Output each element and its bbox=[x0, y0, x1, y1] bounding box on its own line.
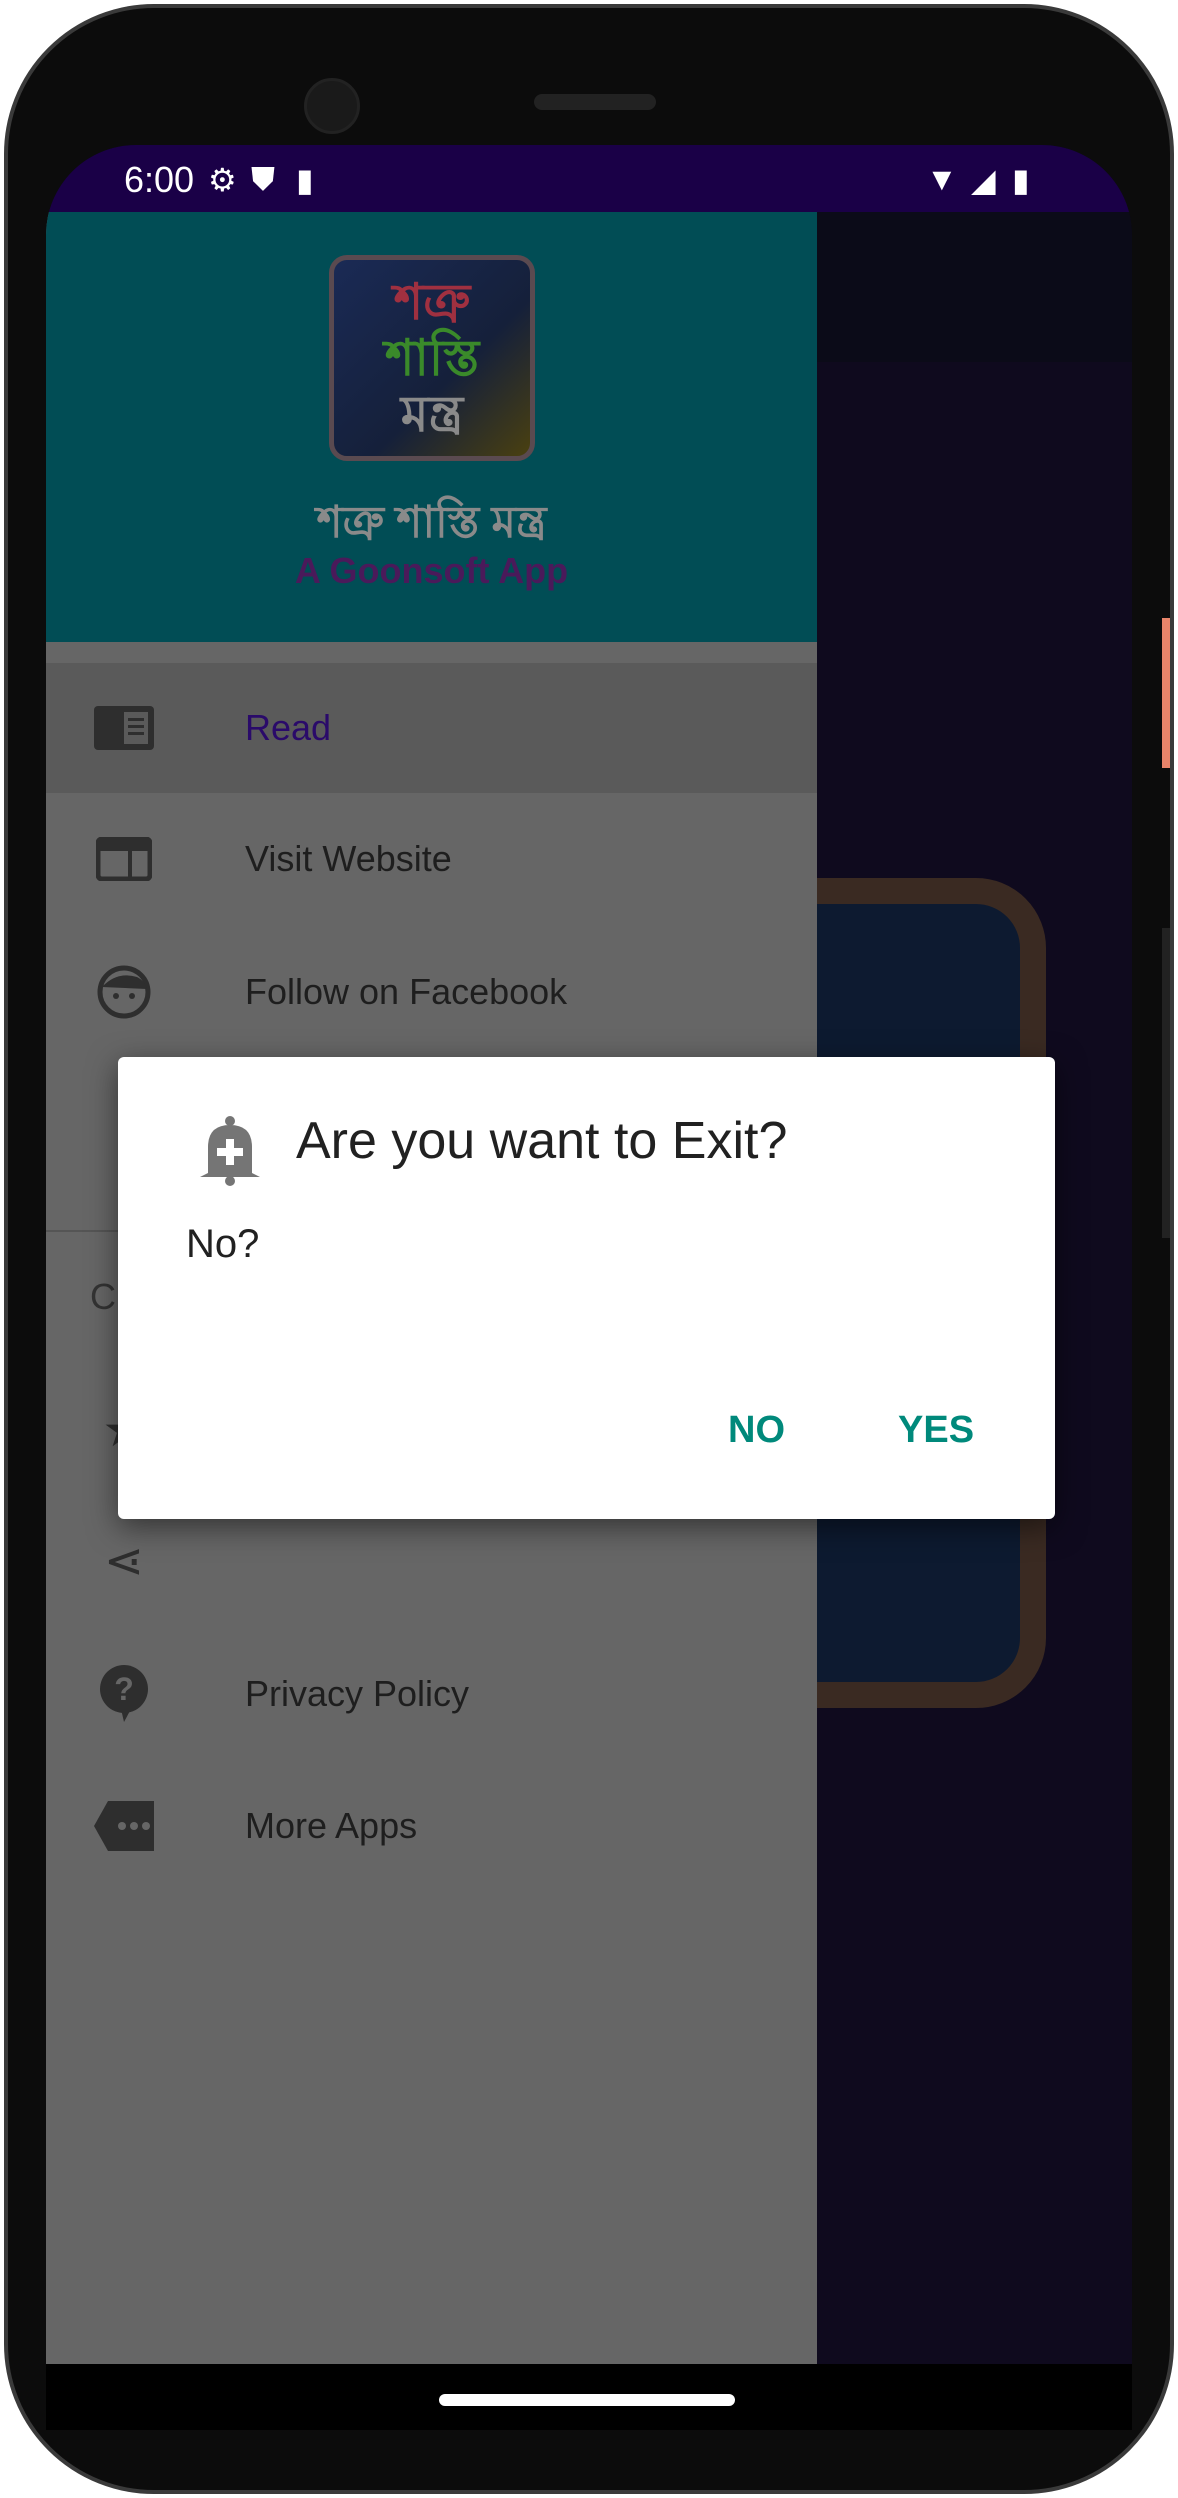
drawer-item-more-apps[interactable]: More Apps bbox=[46, 1761, 817, 1891]
logo-line: শাস্তি bbox=[384, 330, 480, 386]
no-button[interactable]: NO bbox=[728, 1409, 785, 1452]
dialog-message: No? bbox=[186, 1222, 260, 1266]
drawer-item-label: Follow on Facebook bbox=[245, 971, 568, 1012]
drawer-item-label: Read bbox=[245, 707, 332, 748]
drawer-item-follow-facebook[interactable]: Follow on Facebook bbox=[46, 927, 817, 1057]
drawer-item-label: Privacy Policy bbox=[245, 1673, 470, 1714]
home-gesture-handle[interactable] bbox=[439, 2394, 735, 2406]
section-label: C bbox=[90, 1276, 116, 1317]
logo-line: শত্রু bbox=[393, 274, 471, 330]
logo-line: মন্ত্র bbox=[400, 386, 464, 442]
battery-icon: ▮ bbox=[1012, 162, 1030, 198]
camera bbox=[304, 78, 360, 134]
drawer-header: শত্রু শাস্তি মন্ত্র শত্রু শাস্তি মন্ত্র … bbox=[46, 212, 817, 642]
more-icon bbox=[94, 1801, 154, 1851]
drawer-item-privacy-policy[interactable]: ? Privacy Policy bbox=[46, 1629, 817, 1759]
svg-text:?: ? bbox=[114, 1671, 134, 1707]
drawer-item-label: Visit Website bbox=[245, 838, 452, 879]
help-icon: ? bbox=[94, 1665, 154, 1722]
app-logo: শত্রু শাস্তি মন্ত্র bbox=[329, 255, 535, 461]
app-subtitle: A Goonsoft App bbox=[294, 550, 569, 591]
drawer-item-label: More Apps bbox=[245, 1805, 418, 1846]
face-icon bbox=[94, 965, 154, 1019]
bell-plus-icon bbox=[194, 1115, 266, 1187]
dialog-title: Are you want to Exit? bbox=[296, 1112, 788, 1170]
gear-icon: ⚙ bbox=[208, 162, 237, 198]
signal-icon: ◢ bbox=[971, 162, 996, 198]
exit-dialog: Are you want to Exit? No? NO YES bbox=[118, 1057, 1055, 1519]
yes-button[interactable]: YES bbox=[898, 1409, 974, 1452]
web-icon bbox=[94, 834, 154, 884]
clock: 6:00 bbox=[124, 159, 195, 200]
sd-card-icon: ▮ bbox=[296, 162, 314, 198]
book-icon bbox=[94, 703, 154, 753]
navigation-bar bbox=[46, 2364, 1132, 2430]
power-button bbox=[1162, 618, 1170, 768]
shield-play-icon: ⛊ bbox=[251, 161, 276, 197]
status-bar: 6:00 ⚙ ⛊ ▮ ▼ ◢ ▮ bbox=[46, 145, 1132, 212]
drawer-item-read[interactable]: Read bbox=[46, 663, 817, 793]
wifi-icon: ▼ bbox=[926, 161, 958, 197]
share-icon: ⋖ bbox=[103, 1535, 145, 1588]
drawer-item-visit-website[interactable]: Visit Website bbox=[46, 794, 817, 924]
speaker bbox=[534, 94, 656, 110]
volume-button bbox=[1162, 928, 1170, 1238]
